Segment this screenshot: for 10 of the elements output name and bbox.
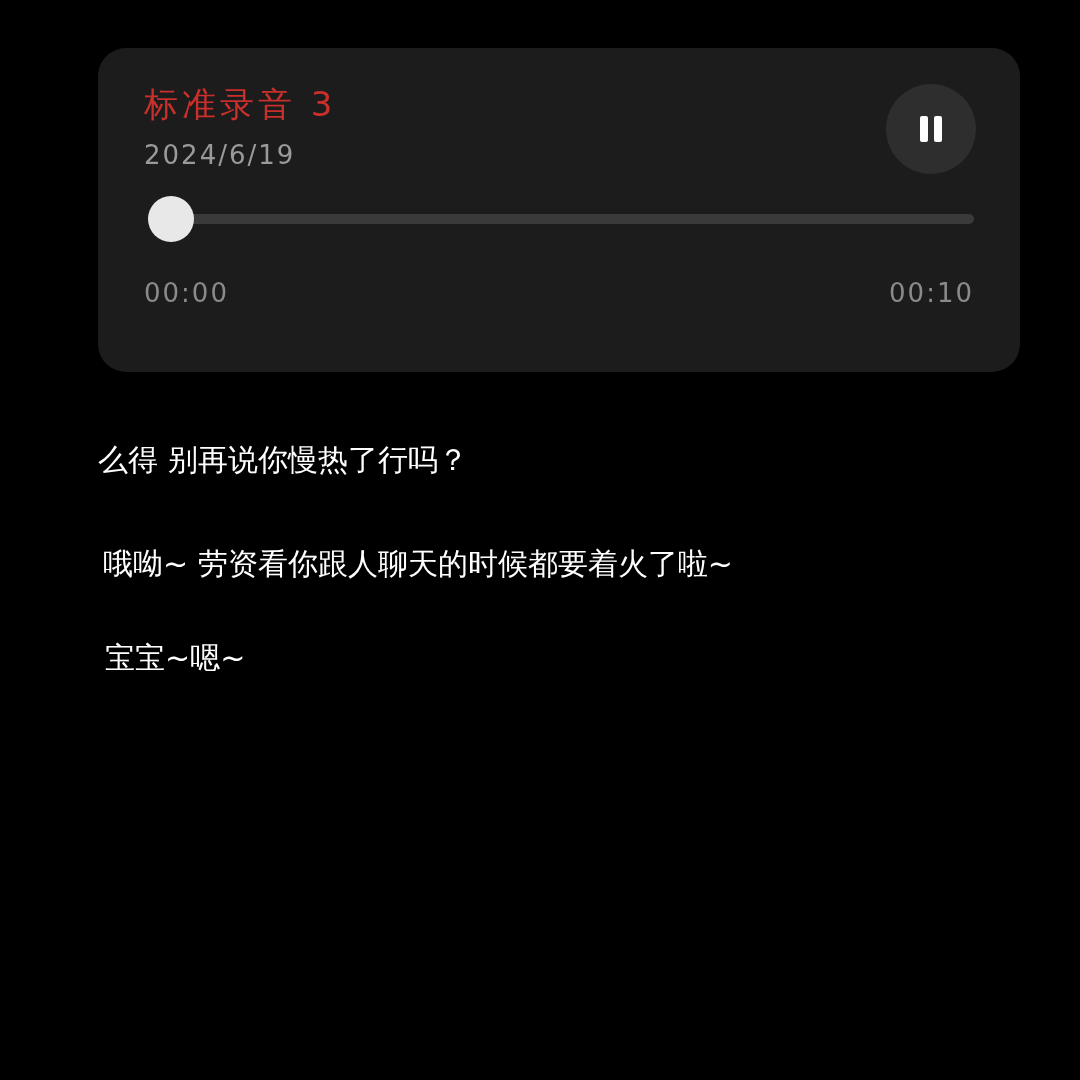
caption-line: 么得 别再说你慢热了行吗？	[98, 442, 468, 477]
elapsed-time: 00:00	[144, 278, 229, 308]
caption-line: 宝宝~嗯~	[105, 640, 246, 675]
recording-title: 标准录音 3	[144, 83, 337, 126]
total-duration: 00:10	[889, 278, 974, 308]
recording-date: 2024/6/19	[144, 140, 297, 170]
progress-slider[interactable]	[148, 196, 974, 242]
pause-icon	[919, 116, 943, 142]
caption-line: 哦呦~ 劳资看你跟人聊天的时候都要着火了啦~	[103, 546, 733, 581]
slider-thumb[interactable]	[148, 196, 194, 242]
